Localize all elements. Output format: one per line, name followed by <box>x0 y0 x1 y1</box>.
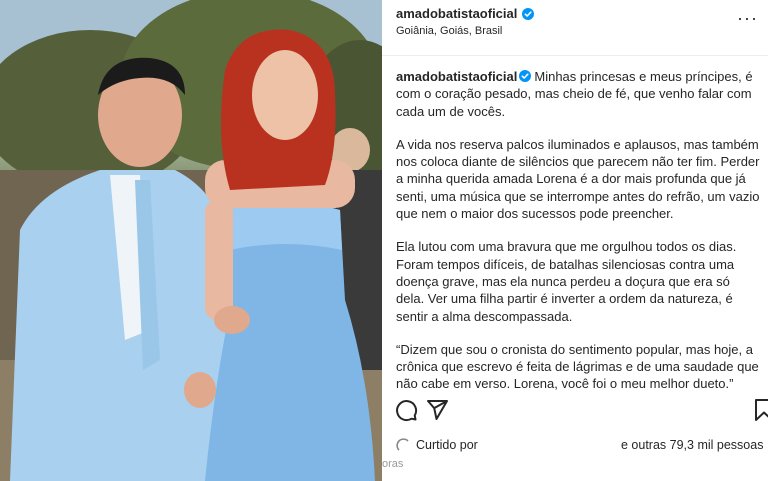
caption-paragraph: amadobatistaoficial Minhas princesas e me… <box>396 68 760 120</box>
location-link[interactable]: Goiânia, Goiás, Brasil <box>396 25 534 37</box>
header-user: amadobatistaoficial <box>396 6 535 21</box>
timestamp-fragment: oras <box>382 458 404 470</box>
verified-badge-icon <box>522 7 535 20</box>
more-options-icon[interactable]: ··· <box>737 9 758 27</box>
verified-badge-icon <box>519 70 532 82</box>
share-icon[interactable] <box>425 398 449 422</box>
action-bar <box>382 392 768 428</box>
comment-icon[interactable] <box>394 398 418 422</box>
caption-text-4: “Dizem que sou o cronista do sentimento … <box>396 341 759 392</box>
post-header: amadobatistaoficial Goiânia, Goiás, Bras… <box>396 6 535 37</box>
caption-username[interactable]: amadobatistaoficial <box>396 69 517 84</box>
liked-others-link[interactable]: e outras 79,3 mil pessoas <box>621 438 763 452</box>
caption-text-3: Ela lutou com uma bravura que me orgulho… <box>396 239 737 324</box>
post-panel: amadobatistaoficial Goiânia, Goiás, Bras… <box>382 0 768 481</box>
username-link[interactable]: amadobatistaoficial <box>396 6 517 21</box>
header-divider <box>382 55 768 56</box>
liked-by-label: Curtido por <box>416 438 478 452</box>
post-caption: amadobatistaoficial Minhas princesas e me… <box>396 68 760 409</box>
post-photo[interactable] <box>0 0 382 481</box>
likes-row: Curtido por e outras 79,3 mil pessoas <box>396 438 763 452</box>
caption-text-2: A vida nos reserva palcos iluminados e a… <box>396 136 760 222</box>
photo-illustration <box>0 0 382 481</box>
bookmark-icon[interactable] <box>754 398 768 422</box>
liked-avatar-icon <box>396 438 409 451</box>
